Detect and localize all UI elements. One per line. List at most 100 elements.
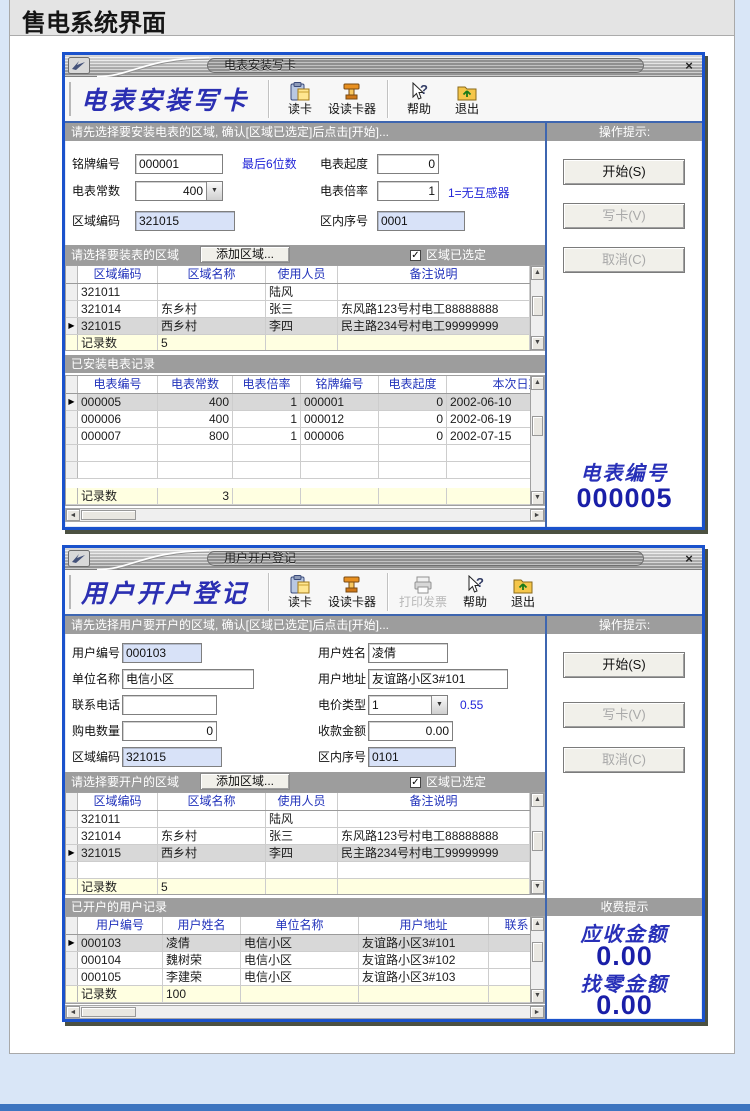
cell[interactable] (158, 284, 266, 300)
table-row[interactable]: ▶000005400100000102002-06-10 (66, 394, 530, 411)
cell[interactable]: 400 (158, 394, 233, 410)
cell[interactable]: 400 (158, 411, 233, 427)
vertical-scrollbar[interactable]: ▲ ▼ (531, 375, 545, 506)
cell[interactable]: 友谊路小区3#102 (359, 952, 489, 968)
cell[interactable]: 321015 (78, 845, 158, 861)
cell[interactable]: 321011 (78, 811, 158, 827)
region-selected-checkbox[interactable]: ✓ 区域已选定 (410, 774, 486, 790)
table-row[interactable]: 321014东乡村张三东风路123号村电工88888888 (66, 828, 530, 845)
users-table[interactable]: 用户编号用户姓名单位名称用户地址联系电话▶000103凌倩电信小区友谊路小区3#… (65, 916, 531, 1004)
chevron-down-icon[interactable]: ▼ (206, 182, 222, 200)
price-type-dropdown[interactable]: 1 ▼ (368, 695, 448, 715)
table-row[interactable]: 000007800100000602002-07-15 (66, 428, 530, 445)
cell[interactable]: 1 (233, 411, 301, 427)
cell[interactable]: 000104 (78, 952, 163, 968)
scroll-thumb[interactable] (532, 416, 543, 436)
cell[interactable] (489, 935, 531, 951)
vertical-scrollbar[interactable]: ▲ ▼ (531, 265, 545, 351)
table-row[interactable]: 000105李建荣电信小区友谊路小区3#103 (66, 969, 530, 986)
ratio-input[interactable]: 1 (377, 181, 439, 201)
amount-input[interactable]: 0.00 (368, 721, 453, 741)
table-row[interactable]: 000104魏树荣电信小区友谊路小区3#102 (66, 952, 530, 969)
table-row[interactable]: ▶321015西乡村李四民主路234号村电工99999999 (66, 845, 530, 862)
start-button[interactable]: 开始(S) (563, 652, 685, 678)
region-selected-checkbox[interactable]: ✓ 区域已选定 (410, 247, 486, 263)
table-row[interactable]: 000006400100001202002-06-19 (66, 411, 530, 428)
cell[interactable]: 西乡村 (158, 845, 266, 861)
chevron-down-icon[interactable]: ▼ (431, 696, 447, 714)
scroll-thumb[interactable] (81, 510, 136, 520)
cell[interactable] (489, 969, 531, 985)
cell[interactable]: 800 (158, 428, 233, 444)
cell[interactable]: 张三 (266, 828, 338, 844)
qty-input[interactable]: 0 (122, 721, 217, 741)
area-code-input[interactable]: 321015 (135, 211, 235, 231)
cell[interactable]: 民主路234号村电工99999999 (338, 845, 530, 861)
cell[interactable]: 000103 (78, 935, 163, 951)
scroll-down-icon[interactable]: ▼ (531, 336, 544, 350)
cell[interactable]: 张三 (266, 301, 338, 317)
serial-input[interactable]: 0101 (368, 747, 456, 767)
horizontal-scrollbar[interactable]: ◄ ► (65, 508, 545, 522)
scroll-right-icon[interactable]: ► (530, 1006, 544, 1018)
set-reader-button[interactable]: 设读卡器 (324, 575, 380, 609)
window-titlebar[interactable]: 电表安装写卡 × (65, 55, 702, 77)
scroll-thumb[interactable] (532, 942, 543, 962)
cell[interactable]: 东风路123号村电工88888888 (338, 301, 530, 317)
cell[interactable]: 1 (233, 428, 301, 444)
cell[interactable] (338, 811, 530, 827)
scroll-thumb[interactable] (81, 1007, 136, 1017)
cell[interactable]: 电信小区 (241, 952, 359, 968)
read-card-button[interactable]: 读卡 (276, 575, 324, 609)
table-row[interactable]: 321011陆风 (66, 284, 530, 301)
scroll-down-icon[interactable]: ▼ (531, 880, 544, 894)
scroll-up-icon[interactable]: ▲ (531, 376, 544, 390)
serial-input[interactable]: 0001 (377, 211, 465, 231)
area-code-input[interactable]: 321015 (122, 747, 222, 767)
close-icon[interactable]: × (681, 551, 697, 566)
cell[interactable]: 000005 (78, 394, 158, 410)
horizontal-scrollbar[interactable]: ◄ ► (65, 1005, 545, 1019)
scroll-thumb[interactable] (532, 296, 543, 316)
cell[interactable]: 000007 (78, 428, 158, 444)
scroll-thumb[interactable] (532, 831, 543, 851)
add-region-button[interactable]: 添加区域... (200, 246, 290, 263)
set-reader-button[interactable]: 设读卡器 (324, 82, 380, 116)
table-row[interactable]: ▶000103凌倩电信小区友谊路小区3#101 (66, 935, 530, 952)
cell[interactable]: 电信小区 (241, 935, 359, 951)
cell[interactable]: 1 (233, 394, 301, 410)
exit-button[interactable]: 退出 (499, 575, 547, 609)
cell[interactable]: 东乡村 (158, 828, 266, 844)
cell[interactable]: 0 (379, 394, 447, 410)
user-addr-input[interactable]: 友谊路小区3#101 (368, 669, 508, 689)
vertical-scrollbar[interactable]: ▲ ▼ (531, 916, 545, 1004)
help-button[interactable]: ? 帮助 (395, 82, 443, 116)
window-titlebar[interactable]: 用户开户登记 × (65, 548, 702, 570)
cell[interactable]: 0 (379, 411, 447, 427)
cell[interactable]: 友谊路小区3#103 (359, 969, 489, 985)
user-name-input[interactable]: 凌倩 (368, 643, 448, 663)
cell[interactable]: 2002-07-15 (447, 428, 531, 444)
region-table[interactable]: 区域编码区域名称使用人员备注说明321011陆风321014东乡村张三东风路12… (65, 792, 531, 895)
cell[interactable]: 321014 (78, 301, 158, 317)
cell[interactable] (338, 284, 530, 300)
cell[interactable]: 陆风 (266, 811, 338, 827)
cell[interactable]: 321011 (78, 284, 158, 300)
cell[interactable]: 李四 (266, 845, 338, 861)
add-region-button[interactable]: 添加区域... (200, 773, 290, 790)
cell[interactable]: 友谊路小区3#101 (359, 935, 489, 951)
cell[interactable]: 李四 (266, 318, 338, 334)
cell[interactable]: 000105 (78, 969, 163, 985)
table-row[interactable]: ▶321015西乡村李四民主路234号村电工99999999 (66, 318, 530, 335)
scroll-down-icon[interactable]: ▼ (531, 989, 544, 1003)
cell[interactable]: 电信小区 (241, 969, 359, 985)
cell[interactable]: 凌倩 (163, 935, 241, 951)
cell[interactable]: 李建荣 (163, 969, 241, 985)
scroll-left-icon[interactable]: ◄ (66, 1006, 80, 1018)
cell[interactable]: 东风路123号村电工88888888 (338, 828, 530, 844)
table-row[interactable]: 321011 陆风 (66, 811, 530, 828)
constant-dropdown[interactable]: 400 ▼ (135, 181, 223, 201)
cell[interactable]: 西乡村 (158, 318, 266, 334)
cell[interactable] (489, 952, 531, 968)
unit-name-input[interactable]: 电信小区 (122, 669, 254, 689)
